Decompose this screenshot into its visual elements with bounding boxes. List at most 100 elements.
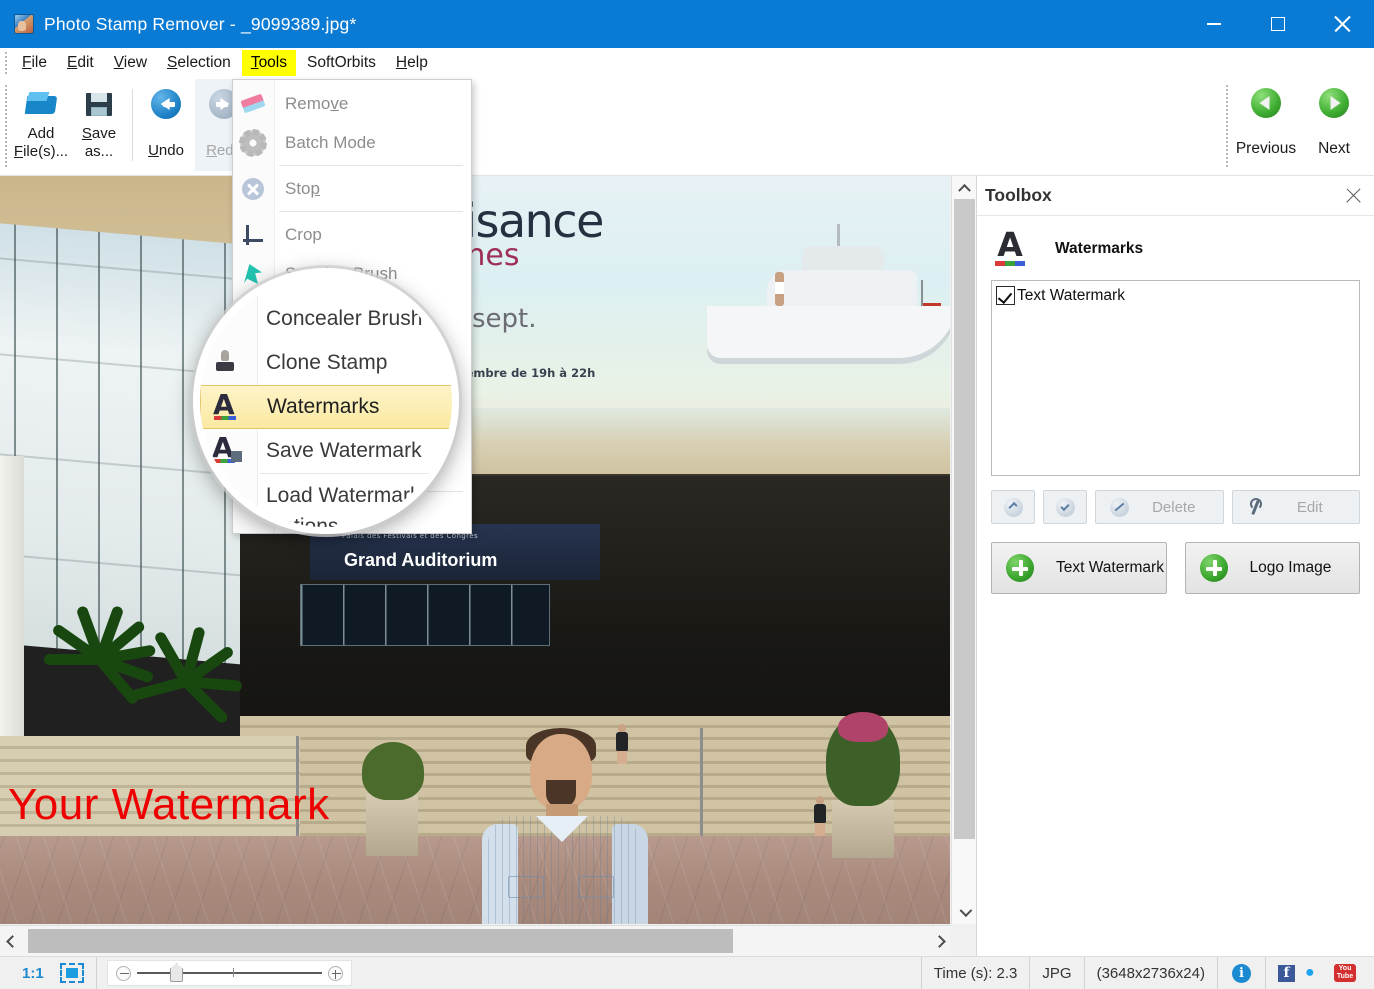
scroll-left-button[interactable]	[0, 926, 24, 956]
watermark-a-icon: A	[991, 230, 1029, 268]
wrench-icon	[1247, 498, 1265, 516]
menu-item-save-watermark[interactable]: A Save Watermark	[200, 429, 459, 473]
watermark-overlay-text[interactable]: Your Watermark	[8, 780, 330, 830]
zoom-ratio-label[interactable]: 1:1	[12, 965, 54, 982]
toolbar-separator-1	[132, 89, 133, 161]
move-down-button[interactable]	[1043, 490, 1087, 524]
fit-to-window-icon[interactable]	[60, 963, 84, 983]
vertical-scroll-thumb[interactable]	[954, 199, 975, 839]
previous-label: Previous	[1236, 140, 1296, 158]
menu-item-stop[interactable]: Stop	[233, 169, 471, 208]
add-logo-image-button[interactable]: Logo Image	[1185, 542, 1361, 594]
scroll-right-button[interactable]	[927, 926, 951, 956]
save-as-button[interactable]: Save as...	[70, 79, 128, 171]
watermark-checkbox[interactable]	[996, 286, 1015, 305]
menu-bar: FFileile Edit View Selection Tools SoftO…	[0, 48, 1374, 79]
photo: nal e la val Plaisance Cannes 3-13 sept.…	[0, 176, 950, 924]
add-text-watermark-label: Text Watermark	[1056, 559, 1164, 577]
watermark-list[interactable]: Text Watermark	[991, 280, 1360, 476]
menu-item-concealer-brush[interactable]: Concealer Brush	[200, 297, 459, 341]
toolbox-close-button[interactable]	[1332, 176, 1374, 216]
close-button[interactable]	[1310, 0, 1374, 48]
zoom-slider-knob[interactable]	[170, 963, 183, 982]
youtube-icon[interactable]: YouTube	[1334, 964, 1356, 982]
image-canvas[interactable]: nal e la val Plaisance Cannes 3-13 sept.…	[0, 176, 950, 924]
menu-item-batch-mode[interactable]: Batch Mode	[233, 123, 471, 162]
photo-main-subject	[472, 724, 672, 924]
status-time: Time (s): 2.3	[921, 957, 1031, 989]
toolbox-panel: Toolbox A Watermarks Text Watermark	[976, 176, 1374, 958]
previous-button[interactable]: Previous	[1232, 79, 1300, 158]
add-text-watermark-button[interactable]: Text Watermark	[991, 542, 1167, 594]
edit-label: Edit	[1275, 499, 1360, 516]
menu-view[interactable]: View	[105, 50, 156, 76]
menu-edit[interactable]: Edit	[58, 50, 103, 76]
info-icon[interactable]	[1232, 964, 1251, 983]
toolbox-action-row: Delete Edit	[977, 476, 1374, 524]
horizontal-scroll-thumb[interactable]	[28, 929, 733, 953]
clone-stamp-icon	[212, 348, 244, 380]
menu-item-clone-stamp[interactable]: Clone Stamp	[200, 341, 459, 385]
next-button[interactable]: Next	[1300, 79, 1368, 158]
delete-button[interactable]: Delete	[1095, 490, 1224, 524]
photo-flowers-right	[838, 712, 888, 742]
add-files-button[interactable]: Add File(s)...	[12, 79, 70, 171]
open-folder-icon	[25, 88, 57, 120]
gear-icon	[240, 130, 266, 156]
horizontal-scrollbar[interactable]	[0, 925, 951, 956]
next-icon	[1319, 88, 1349, 118]
menu-item-remove-label: Remove	[285, 94, 348, 114]
save-as-label-line2: as...	[85, 143, 113, 160]
toolbox-section-title: Watermarks	[1055, 240, 1143, 258]
billboard-month: sept.	[472, 304, 537, 334]
stop-icon	[240, 176, 266, 202]
edit-button[interactable]: Edit	[1232, 490, 1361, 524]
list-item[interactable]: Text Watermark	[992, 281, 1359, 305]
twitter-icon[interactable]: ●	[1305, 965, 1324, 981]
crop-icon	[240, 222, 266, 248]
navigation-group: Previous Next	[1232, 79, 1368, 176]
concealer-icon	[212, 304, 244, 336]
menu-item-watermarks[interactable]: A Watermarks	[200, 385, 459, 429]
chevron-up-icon	[958, 183, 971, 196]
undo-button[interactable]: Undo	[137, 79, 195, 171]
application-window: Photo Stamp Remover - _9099389.jpg* FFil…	[0, 0, 1374, 989]
menu-item-crop[interactable]: Crop	[233, 215, 471, 254]
menu-item-save-watermark-label: Save Watermark	[266, 439, 422, 463]
menu-item-watermarks-label: Watermarks	[267, 395, 379, 419]
facebook-icon[interactable]: f	[1278, 965, 1295, 982]
scroll-up-button[interactable]	[952, 176, 977, 198]
close-icon	[1346, 188, 1361, 203]
zoom-slider-track[interactable]	[137, 972, 322, 974]
zoom-out-button[interactable]	[116, 966, 131, 981]
photo-person-2	[812, 796, 828, 836]
menu-item-remove[interactable]: Remove	[233, 84, 471, 123]
menu-tools[interactable]: Tools	[242, 50, 296, 76]
add-files-label-line2: File(s)...	[14, 143, 68, 160]
menu-separator-1	[279, 165, 463, 166]
maximize-button[interactable]	[1246, 0, 1310, 48]
load-watermark-icon: A	[212, 481, 244, 513]
minimize-button[interactable]	[1182, 0, 1246, 48]
zoom-in-button[interactable]	[328, 966, 343, 981]
close-icon	[1333, 15, 1351, 33]
menu-help[interactable]: Help	[387, 50, 437, 76]
chevron-right-icon	[933, 935, 946, 948]
menu-softorbits[interactable]: SoftOrbits	[298, 50, 385, 76]
chevron-left-icon	[6, 935, 19, 948]
vertical-scrollbar[interactable]	[951, 176, 976, 924]
plus-icon	[1006, 554, 1034, 582]
menu-item-load-watermark[interactable]: A Load Watermark	[200, 474, 459, 518]
move-up-button[interactable]	[991, 490, 1035, 524]
zoom-slider[interactable]	[107, 960, 352, 986]
menu-file[interactable]: FFileile	[13, 50, 56, 76]
app-icon	[14, 14, 34, 34]
scroll-down-button[interactable]	[952, 902, 977, 924]
magnifier-content: Concealer Brush Clone Stamp A Watermarks…	[200, 275, 459, 534]
menu-item-clone-stamp-label: Clone Stamp	[266, 351, 387, 375]
menu-item-crop-label: Crop	[285, 225, 322, 245]
eraser-icon	[240, 91, 266, 117]
plus-icon	[1200, 554, 1228, 582]
next-label: Next	[1318, 140, 1350, 158]
menu-selection[interactable]: Selection	[158, 50, 240, 76]
